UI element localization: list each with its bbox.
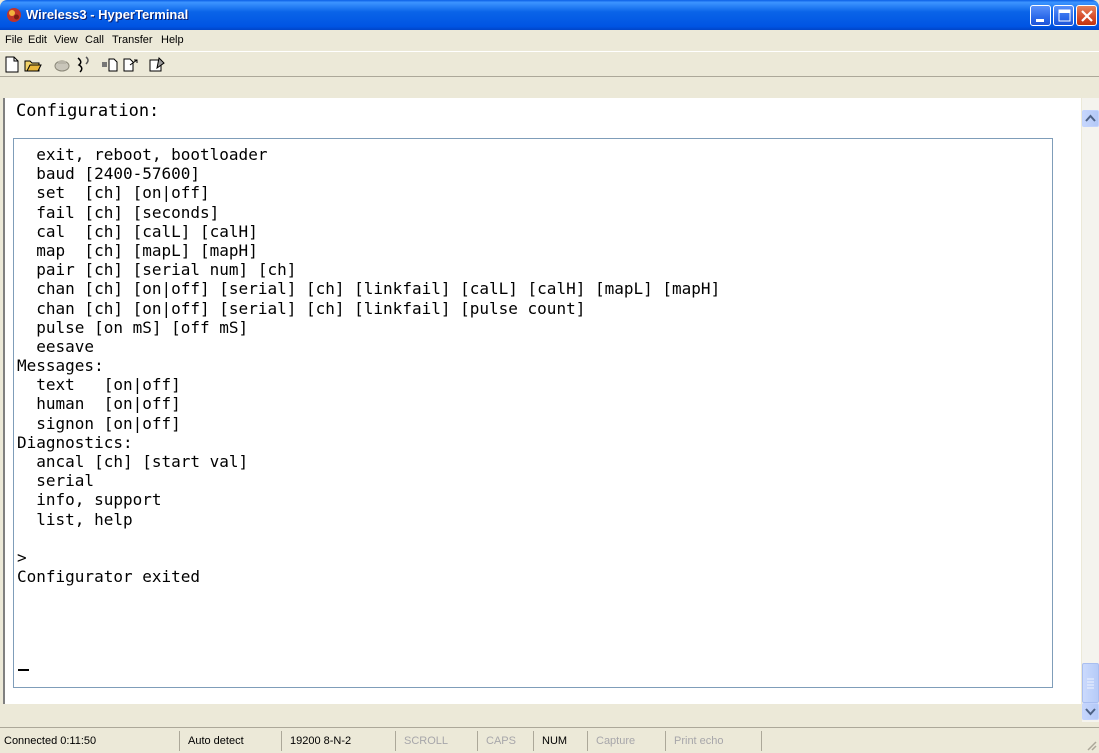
- menu-help[interactable]: Help: [161, 34, 184, 46]
- terminal-pane[interactable]: Configuration: exit, reboot, bootloader …: [3, 98, 1081, 704]
- maximize-button[interactable]: [1053, 5, 1074, 26]
- terminal-line: text [on|off]: [17, 375, 181, 395]
- status-scroll: SCROLL: [400, 731, 478, 751]
- terminal-line: set [ch] [on|off]: [17, 183, 210, 203]
- receive-icon[interactable]: [121, 56, 139, 73]
- status-settings: 19200 8-N-2: [286, 731, 396, 751]
- send-icon[interactable]: [101, 56, 119, 73]
- terminal-line: pulse [on mS] [off mS]: [17, 317, 249, 337]
- status-detect: Auto detect: [184, 731, 282, 751]
- terminal-lines: exit, reboot, bootloader baud [2400-5760…: [17, 145, 720, 586]
- new-icon[interactable]: [3, 56, 21, 73]
- status-num: NUM: [538, 731, 588, 751]
- title-bar[interactable]: Wireless3 - HyperTerminal: [0, 0, 1099, 30]
- status-bar: Connected 0:11:50 Auto detect 19200 8-N-…: [0, 727, 1099, 753]
- open-icon[interactable]: [24, 56, 42, 73]
- resize-grip-icon[interactable]: [1085, 739, 1097, 751]
- arrow-down-icon: [1085, 708, 1096, 716]
- terminal-line: signon [on|off]: [17, 413, 181, 433]
- status-capture: Capture: [592, 731, 666, 751]
- menu-view[interactable]: View: [54, 34, 78, 46]
- minimize-button[interactable]: [1030, 5, 1051, 26]
- text-cursor: [18, 669, 29, 671]
- properties-icon[interactable]: [148, 56, 166, 73]
- terminal-line: ancal [ch] [start val]: [17, 452, 249, 471]
- vertical-scrollbar[interactable]: [1082, 98, 1099, 722]
- menu-bar: File Edit View Call Transfer Help: [0, 30, 1099, 51]
- scroll-thumb[interactable]: [1082, 663, 1099, 703]
- terminal-line: human [on|off]: [17, 394, 181, 414]
- close-icon: [1081, 10, 1093, 22]
- scroll-down-button[interactable]: [1082, 703, 1099, 720]
- terminal-line: cal [ch] [calL] [calH]: [17, 221, 258, 241]
- status-print-echo: Print echo: [670, 731, 762, 751]
- status-caps: CAPS: [482, 731, 534, 751]
- toolbar: [0, 51, 1099, 77]
- grip-icon: [1087, 678, 1094, 689]
- hyperterminal-window: Wireless3 - HyperTerminal File Edit View…: [0, 0, 1099, 753]
- terminal-line: pair [ch] [serial num] [ch]: [17, 260, 297, 280]
- window-title: Wireless3 - HyperTerminal: [26, 7, 189, 22]
- scroll-up-button[interactable]: [1082, 110, 1099, 127]
- menu-file[interactable]: File: [5, 34, 23, 46]
- hyperterminal-app-icon[interactable]: [6, 7, 22, 23]
- menu-transfer[interactable]: Transfer: [112, 34, 153, 46]
- terminal-line: Messages:: [17, 356, 104, 376]
- menu-call[interactable]: Call: [85, 34, 104, 46]
- terminal-line: map [ch] [mapL] [mapH]: [17, 240, 258, 260]
- terminal-line: serial: [17, 471, 95, 491]
- terminal-line: >: [17, 547, 27, 567]
- arrow-up-icon: [1085, 114, 1096, 122]
- maximize-icon: [1058, 9, 1071, 22]
- terminal-line: chan [ch] [on|off] [serial] [ch] [linkfa…: [17, 298, 586, 318]
- terminal-line: chan [ch] [on|off] [serial] [ch] [linkfa…: [17, 279, 721, 299]
- terminal-line: exit, reboot, bootloader: [17, 145, 268, 164]
- terminal-output[interactable]: exit, reboot, bootloader baud [2400-5760…: [13, 138, 1053, 688]
- terminal-line: eesave: [17, 336, 95, 356]
- terminal-line: Configurator exited: [17, 567, 201, 587]
- terminal-line: info, support: [17, 490, 162, 510]
- minimize-icon: [1036, 19, 1044, 22]
- status-connected: Connected 0:11:50: [0, 731, 180, 751]
- menu-edit[interactable]: Edit: [28, 34, 47, 46]
- connect-icon[interactable]: [53, 56, 71, 73]
- terminal-line: fail [ch] [seconds]: [17, 202, 220, 222]
- terminal-line: baud [2400-57600]: [17, 164, 201, 184]
- close-button[interactable]: [1076, 5, 1097, 26]
- terminal-line: list, help: [17, 509, 133, 529]
- terminal-header: Configuration:: [16, 101, 160, 121]
- terminal-line: Diagnostics:: [17, 432, 133, 452]
- disconnect-icon[interactable]: [74, 56, 92, 73]
